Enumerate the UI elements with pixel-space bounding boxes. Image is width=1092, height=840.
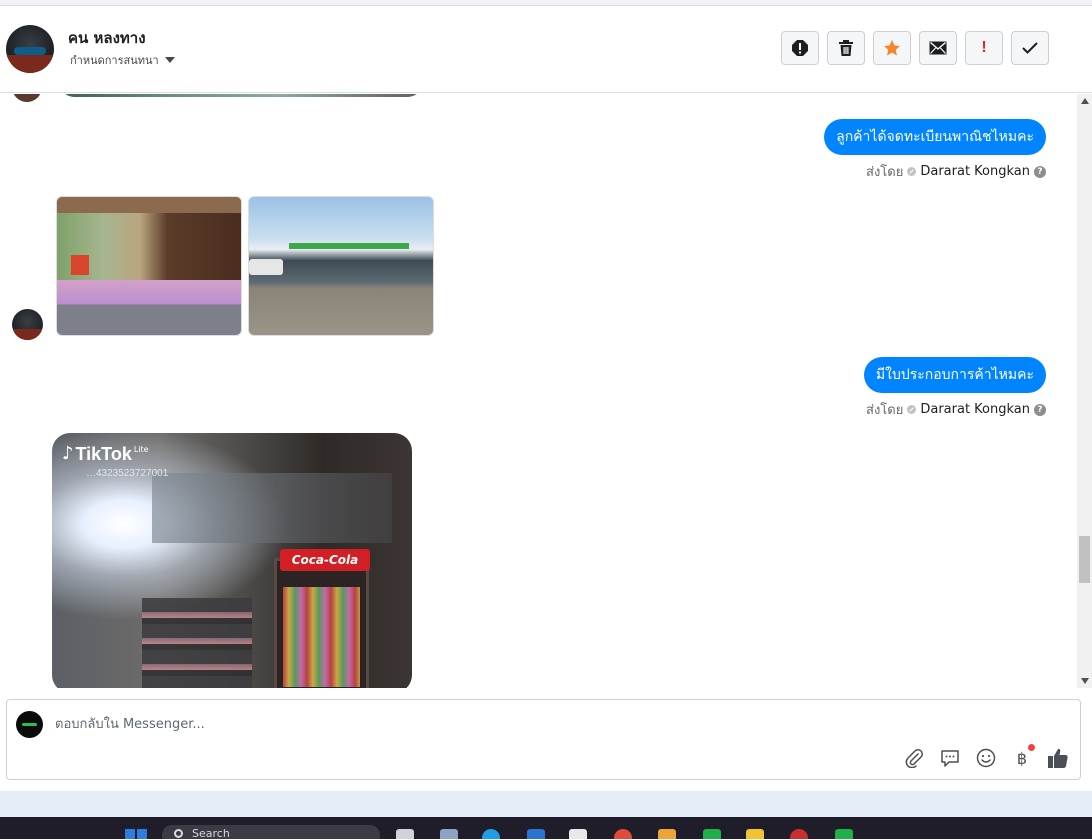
envelope-icon [929, 41, 947, 55]
delete-button[interactable] [827, 31, 865, 65]
tiktok-note-icon: ♪ [62, 443, 74, 464]
sent-by-line: ส่งโดย Dararat Kongkan ? [866, 161, 1046, 182]
help-icon[interactable]: ? [1034, 165, 1046, 178]
shop-photo-2[interactable] [248, 196, 434, 336]
windows-taskbar: Search [0, 817, 1092, 839]
sent-by-label: ส่งโดย [866, 403, 904, 418]
chrome-profile-icon[interactable] [790, 829, 808, 839]
conversation-actions: ! [781, 31, 1049, 65]
caret-down-icon [164, 57, 175, 63]
composer-toolbar: ฿ [903, 744, 1069, 769]
reply-input[interactable] [55, 716, 835, 732]
assign-label: กำหนดการสนทนา [70, 54, 159, 67]
chat-bubble-icon [941, 750, 959, 767]
tiktok-brand: TikTok [75, 444, 132, 464]
conversation-header: คน หลงทาง กำหนดการสนทนา ! [0, 6, 1092, 93]
attach-button[interactable] [903, 747, 925, 769]
edge-browser-icon[interactable] [482, 829, 500, 839]
thumbs-up-icon [1048, 748, 1068, 768]
tiktok-watermark: ♪ TikTok Lite [62, 443, 149, 464]
alert-octagon-icon [792, 40, 808, 56]
page-footer-band [0, 791, 1092, 817]
calculator-icon[interactable] [440, 829, 458, 839]
exclamation-icon: ! [981, 39, 987, 56]
saved-replies-button[interactable] [939, 747, 961, 769]
video-sign: Coca-Cola [280, 549, 370, 571]
video-fridge [274, 558, 369, 688]
scroll-thumb[interactable] [1079, 536, 1090, 583]
line-app-icon-2[interactable] [835, 829, 853, 839]
store-icon[interactable] [527, 829, 545, 839]
taskbar-search[interactable]: Search [162, 825, 380, 839]
star-icon [884, 40, 900, 56]
trash-icon [839, 40, 853, 56]
notification-dot [1028, 744, 1035, 751]
video-fridge-drinks [283, 587, 360, 687]
sent-by-line: ส่งโดย Dararat Kongkan ? [866, 399, 1046, 420]
agent-status-icon [907, 405, 917, 414]
mark-unread-button[interactable] [919, 31, 957, 65]
emoji-button[interactable] [975, 747, 997, 769]
help-icon[interactable]: ? [1034, 403, 1046, 416]
smile-icon [976, 748, 996, 768]
follow-up-button[interactable]: ! [965, 31, 1003, 65]
video-attachment[interactable]: Coca-Cola ♪ TikTok Lite …4323523727001 [52, 433, 412, 688]
scroll-down-arrow-icon[interactable] [1081, 678, 1089, 684]
sent-by-label: ส่งโดย [866, 165, 904, 180]
taskbar-search-text: Search [192, 827, 230, 840]
scroll-up-arrow-icon[interactable] [1081, 98, 1089, 104]
windows-start-icon[interactable] [125, 829, 147, 839]
reply-composer: ฿ [6, 699, 1081, 780]
contact-avatar[interactable] [6, 25, 54, 73]
folder-icon[interactable] [746, 829, 764, 839]
baht-icon: ฿ [1016, 748, 1028, 768]
video-shelf [142, 598, 252, 688]
check-icon [1022, 42, 1038, 54]
payment-button[interactable]: ฿ [1011, 744, 1035, 769]
paperclip-icon [905, 749, 923, 768]
file-app-icon[interactable] [396, 829, 414, 839]
tiktok-lite-label: Lite [133, 445, 149, 454]
sender-avatar[interactable] [12, 309, 43, 340]
previous-image-attachment[interactable] [60, 94, 422, 97]
video-ceiling [152, 473, 392, 543]
outgoing-message-bubble[interactable]: ลูกค้าได้จดทะเบียนพาณิชไหมคะ [824, 119, 1046, 155]
search-icon [174, 829, 183, 838]
message-thread[interactable]: ลูกค้าได้จดทะเบียนพาณิชไหมคะ ส่งโดย Dara… [0, 94, 1077, 688]
tiktok-id: …4323523727001 [86, 468, 169, 479]
spam-button[interactable] [781, 31, 819, 65]
sender-avatar [12, 94, 42, 102]
photos-icon[interactable] [658, 829, 676, 839]
agent-name[interactable]: Dararat Kongkan [920, 402, 1030, 417]
thread-scrollbar[interactable] [1077, 94, 1092, 688]
page-avatar [16, 711, 43, 738]
calendar-app-icon[interactable] [569, 829, 587, 839]
line-app-icon[interactable] [703, 829, 721, 839]
agent-status-icon [907, 167, 917, 176]
shop-photo-1[interactable] [56, 196, 242, 336]
contact-name[interactable]: คน หลงทาง [68, 26, 146, 50]
agent-name[interactable]: Dararat Kongkan [920, 164, 1030, 179]
like-button[interactable] [1047, 747, 1069, 769]
chrome-icon[interactable] [614, 829, 632, 839]
mark-done-button[interactable] [1011, 31, 1049, 65]
star-button[interactable] [873, 31, 911, 65]
assign-conversation-dropdown[interactable]: กำหนดการสนทนา [70, 51, 175, 69]
outgoing-message-bubble[interactable]: มีใบประกอบการค้าไหมคะ [863, 357, 1046, 393]
